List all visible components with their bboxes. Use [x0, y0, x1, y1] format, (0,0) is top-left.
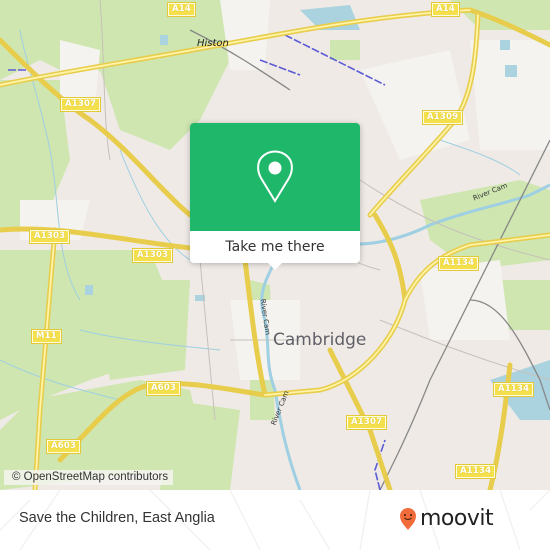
road-label-a14: A14: [166, 2, 197, 17]
brand-wordmark: moovit: [420, 506, 494, 531]
location-popup: Take me there: [190, 123, 360, 270]
footer-bar: Save the Children, East Anglia moovit: [0, 490, 550, 550]
moovit-pin-icon: [400, 508, 416, 530]
road-label-a603: A603: [45, 439, 82, 454]
road-label-a1303: A1303: [28, 229, 71, 244]
road-label-a603: A603: [145, 381, 182, 396]
road-label-a14: A14: [430, 2, 461, 17]
map-view[interactable]: A14 A14 A1307 A1309 A1303 A1303 M11 A603…: [0, 0, 550, 490]
road-label-a1303: A1303: [131, 248, 174, 263]
place-label-histon: Histon: [197, 38, 229, 49]
road-label-m11: M11: [31, 329, 62, 344]
map-attribution[interactable]: © OpenStreetMap contributors: [4, 470, 174, 485]
place-label-cambridge: Cambridge: [273, 330, 367, 350]
popup-header: [190, 123, 360, 231]
road-label-a1134: A1134: [492, 382, 535, 397]
road-label-a1307: A1307: [345, 415, 388, 430]
road-label-a1134: A1134: [437, 256, 480, 271]
popup-pointer: [268, 263, 282, 270]
map-pin-icon: [257, 150, 293, 203]
road-label-a1309: A1309: [421, 110, 464, 125]
road-label-a1134: A1134: [454, 464, 497, 479]
moovit-logo[interactable]: moovit: [399, 506, 494, 531]
road-label-a1307: A1307: [59, 97, 102, 112]
take-me-there-button[interactable]: Take me there: [190, 231, 360, 263]
place-name: Save the Children, East Anglia: [19, 510, 215, 526]
